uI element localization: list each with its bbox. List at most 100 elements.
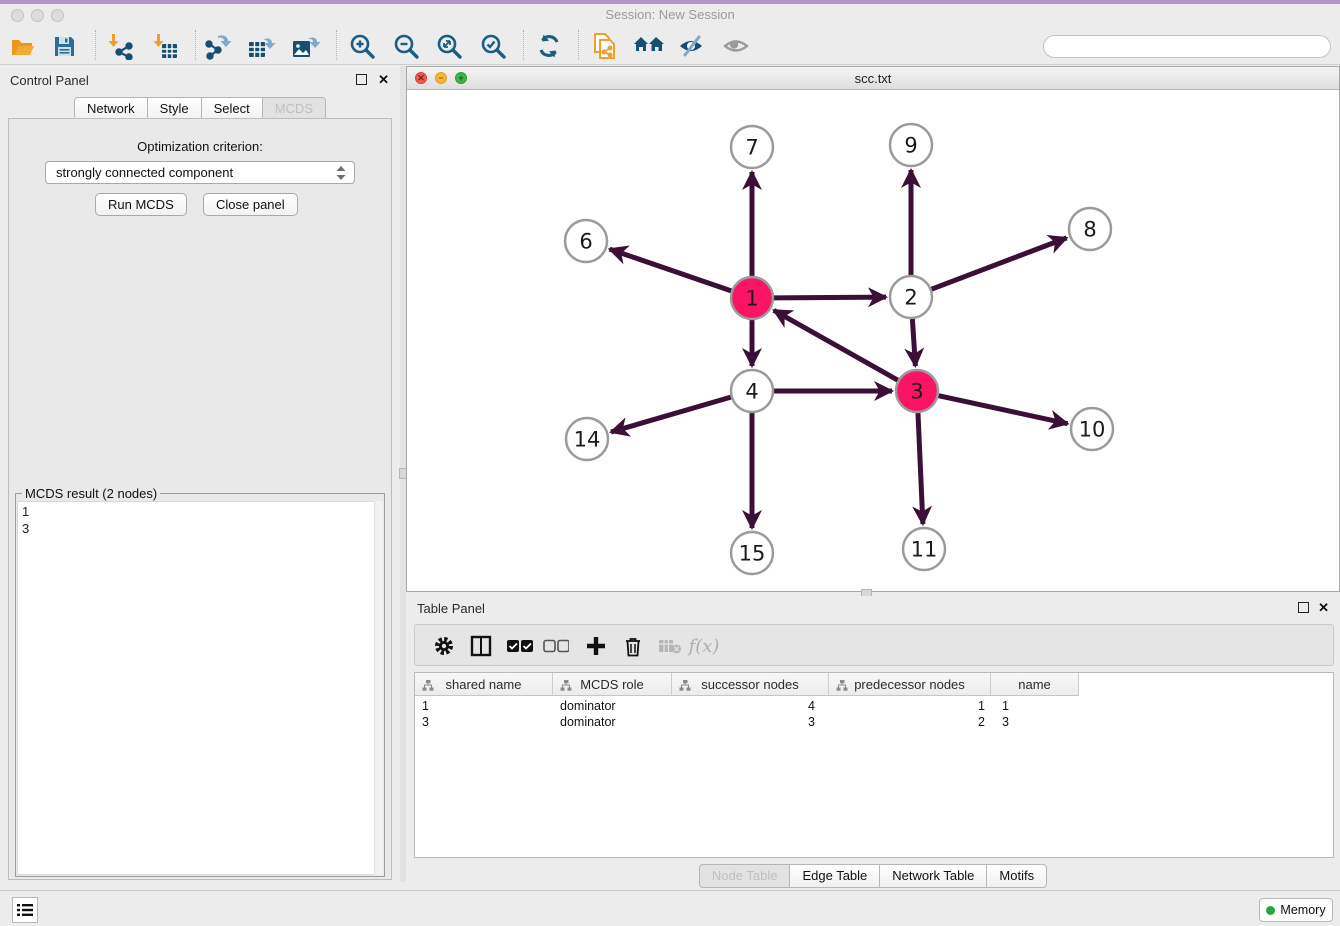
export-table-button[interactable] [245, 29, 279, 63]
eye-icon [722, 33, 752, 59]
table-float-panel-icon[interactable] [1298, 602, 1309, 616]
column-header-predecessor-nodes[interactable]: predecessor nodes [829, 673, 991, 696]
show-all-networks-button[interactable] [632, 29, 666, 63]
table-tabs: Node TableEdge TableNetwork TableMotifs [406, 864, 1340, 888]
graph-edge-2-3[interactable] [912, 319, 915, 366]
cell-predecessor-nodes[interactable]: 2 [905, 715, 985, 729]
column-header-mcds-role[interactable]: MCDS role [553, 673, 672, 696]
save-session-button[interactable] [47, 29, 81, 63]
columns-icon [470, 635, 492, 657]
fx-icon: f(x) [689, 636, 720, 657]
graph-edge-1-2[interactable] [774, 297, 886, 298]
column-header-name[interactable]: name [991, 673, 1079, 696]
graph-node-label: 3 [910, 380, 923, 404]
column-header-successor-nodes[interactable]: successor nodes [672, 673, 829, 696]
tab-network-table[interactable]: Network Table [879, 864, 986, 888]
close-panel-button[interactable]: Close panel [203, 193, 298, 216]
table-close-panel-icon[interactable]: ✕ [1318, 601, 1329, 615]
trash-icon [623, 635, 643, 657]
search-input[interactable] [1043, 35, 1331, 58]
zoom-in-button[interactable] [345, 29, 379, 63]
graph-node-15[interactable]: 15 [731, 532, 773, 574]
mcds-result-group-title: MCDS result (2 nodes) [22, 486, 160, 501]
split-columns-button[interactable] [464, 629, 498, 663]
graph-node-7[interactable]: 7 [731, 126, 773, 168]
status-bar: Memory [0, 890, 1340, 926]
graph-node-8[interactable]: 8 [1069, 208, 1111, 250]
import-network-icon [106, 32, 134, 60]
cell-successor-nodes[interactable]: 3 [745, 715, 815, 729]
checked-boxes-icon [507, 639, 533, 653]
graph-node-label: 11 [911, 538, 938, 562]
open-session-button[interactable] [5, 29, 39, 63]
graph-node-6[interactable]: 6 [565, 220, 607, 262]
graph-edge-3-11[interactable] [918, 413, 923, 524]
close-panel-icon[interactable]: ✕ [378, 73, 389, 87]
network-canvas[interactable]: 7 9 6 8 1 2 4 3 14 10 15 11 [407, 90, 1339, 591]
cell-mcds-role[interactable]: dominator [560, 699, 616, 713]
control-panel: Control Panel ✕ NetworkStyleSelectMCDS O… [0, 66, 400, 882]
graph-node-11[interactable]: 11 [903, 528, 945, 570]
cell-predecessor-nodes[interactable]: 1 [905, 699, 985, 713]
mcds-result-list[interactable]: 1 3 [17, 501, 383, 875]
export-network-button[interactable] [201, 29, 235, 63]
graph-edge-4-14[interactable] [611, 397, 731, 432]
delete-column-button[interactable] [616, 629, 650, 663]
graph-node-2[interactable]: 2 [890, 276, 932, 318]
cell-successor-nodes[interactable]: 4 [745, 699, 815, 713]
tab-motifs[interactable]: Motifs [986, 864, 1047, 888]
graph-edge-3-1[interactable] [774, 310, 898, 380]
column-settings-button[interactable] [427, 629, 461, 663]
gear-icon [433, 635, 455, 657]
graph-node-label: 15 [739, 542, 766, 566]
hide-selected-button[interactable] [675, 29, 709, 63]
graph-edge-1-6[interactable] [610, 249, 732, 291]
graph-edge-3-10[interactable] [938, 396, 1067, 424]
clone-network-button[interactable] [588, 29, 622, 63]
graph-node-label: 8 [1083, 218, 1096, 242]
cell-name[interactable]: 3 [1002, 715, 1009, 729]
delete-table-button[interactable] [653, 629, 687, 663]
export-table-icon [247, 32, 277, 60]
cell-mcds-role[interactable]: dominator [560, 715, 616, 729]
cell-shared-name[interactable]: 3 [422, 715, 429, 729]
optimization-criterion-select[interactable]: strongly connected component [45, 161, 355, 184]
save-disk-icon [52, 34, 77, 59]
graph-node-9[interactable]: 9 [890, 124, 932, 166]
cell-name[interactable]: 1 [1002, 699, 1009, 713]
result-scrollbar[interactable] [374, 501, 383, 875]
graph-node-14[interactable]: 14 [566, 418, 608, 460]
toolbar-separator [523, 30, 524, 60]
cell-shared-name[interactable]: 1 [422, 699, 429, 713]
graph-node-4[interactable]: 4 [731, 370, 773, 412]
toolbar-separator [578, 30, 579, 60]
float-panel-icon[interactable] [356, 74, 367, 88]
graph-node-3[interactable]: 3 [896, 370, 938, 412]
unchecked-boxes-icon [543, 639, 569, 653]
list-icon [17, 903, 33, 917]
tab-edge-table[interactable]: Edge Table [789, 864, 879, 888]
show-hidden-button[interactable] [720, 29, 754, 63]
control-panel-title: Control Panel [10, 73, 89, 88]
graph-node-label: 4 [745, 380, 758, 404]
graph-edge-2-8[interactable] [932, 238, 1067, 289]
apply-function-button[interactable]: f(x) [687, 629, 721, 663]
column-header-shared-name[interactable]: shared name [415, 673, 553, 696]
graph-node-1[interactable]: 1 [731, 277, 773, 319]
tab-node-table[interactable]: Node Table [699, 864, 790, 888]
run-mcds-button[interactable]: Run MCDS [95, 193, 187, 216]
add-column-button[interactable] [579, 629, 613, 663]
table-toolbar: f(x) [414, 624, 1334, 666]
import-network-button[interactable] [103, 29, 137, 63]
zoom-selected-button[interactable] [476, 29, 510, 63]
import-table-button[interactable] [148, 29, 182, 63]
apply-layout-button[interactable] [532, 29, 566, 63]
task-history-button[interactable] [12, 897, 38, 923]
zoom-out-button[interactable] [389, 29, 423, 63]
zoom-fit-button[interactable] [432, 29, 466, 63]
select-all-checkboxes-button[interactable] [503, 629, 537, 663]
deselect-all-checkboxes-button[interactable] [539, 629, 573, 663]
graph-node-10[interactable]: 10 [1071, 408, 1113, 450]
memory-button[interactable]: Memory [1259, 898, 1333, 922]
export-image-button[interactable] [289, 29, 323, 63]
